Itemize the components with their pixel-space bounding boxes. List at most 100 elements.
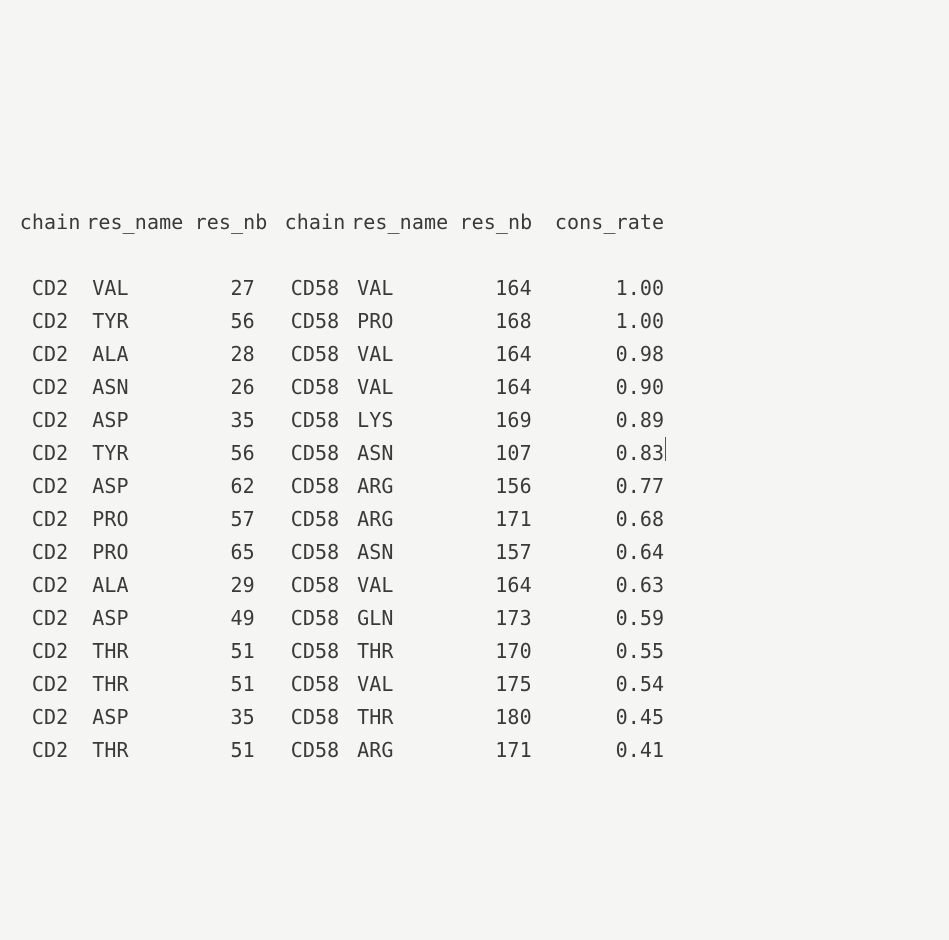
cell-c7: 0.64 — [544, 536, 664, 569]
cell-c4: CD58 — [279, 404, 351, 437]
cell-c7: 1.00 — [544, 305, 664, 338]
cell-c5: ARG — [351, 503, 459, 536]
cell-c4: CD58 — [279, 338, 351, 371]
cell-c2: THR — [86, 635, 194, 668]
table-row: CD2PRO65CD58ASN1570.64 — [14, 536, 935, 569]
cell-c4: CD58 — [279, 503, 351, 536]
cell-c5: ARG — [351, 734, 459, 767]
cell-c1: CD2 — [14, 536, 86, 569]
cell-c4: CD58 — [279, 437, 351, 470]
cell-c6: 164 — [459, 569, 543, 602]
cell-c1: CD2 — [14, 437, 86, 470]
cell-c6: 156 — [459, 470, 543, 503]
text-cursor — [665, 437, 666, 461]
cell-c5: GLN — [351, 602, 459, 635]
cell-c7: 0.98 — [544, 338, 664, 371]
cell-c3: 49 — [195, 602, 279, 635]
col-header-resname-b: res_name — [351, 206, 459, 239]
table-row: CD2TYR56CD58PRO1681.00 — [14, 305, 935, 338]
cell-c2: ASP — [86, 701, 194, 734]
cell-c3: 51 — [195, 734, 279, 767]
cell-c7: 0.77 — [544, 470, 664, 503]
cell-c3: 28 — [195, 338, 279, 371]
cell-c7: 0.68 — [544, 503, 664, 536]
cell-c7: 0.63 — [544, 569, 664, 602]
cell-c5: THR — [351, 635, 459, 668]
cell-c1: CD2 — [14, 338, 86, 371]
cell-c6: 107 — [459, 437, 543, 470]
cell-c4: CD58 — [279, 668, 351, 701]
cell-c1: CD2 — [14, 272, 86, 305]
cell-c5: ASN — [351, 536, 459, 569]
col-header-resname-a: res_name — [86, 206, 194, 239]
cell-c7: 0.41 — [544, 734, 664, 767]
table-row: CD2THR51CD58VAL1750.54 — [14, 668, 935, 701]
cell-c1: CD2 — [14, 668, 86, 701]
table-row: CD2ASP35CD58THR1800.45 — [14, 701, 935, 734]
cell-c3: 35 — [195, 404, 279, 437]
cell-c3: 56 — [195, 305, 279, 338]
cell-c3: 51 — [195, 635, 279, 668]
cell-c7: 0.90 — [544, 371, 664, 404]
cell-c6: 173 — [459, 602, 543, 635]
cell-c1: CD2 — [14, 371, 86, 404]
cell-c3: 29 — [195, 569, 279, 602]
cell-c3: 65 — [195, 536, 279, 569]
cell-c1: CD2 — [14, 470, 86, 503]
cell-c7: 0.55 — [544, 635, 664, 668]
cell-c3: 27 — [195, 272, 279, 305]
table-row: CD2ASP62CD58ARG1560.77 — [14, 470, 935, 503]
cell-c6: 169 — [459, 404, 543, 437]
table-row: CD2PRO57CD58ARG1710.68 — [14, 503, 935, 536]
cell-c6: 171 — [459, 503, 543, 536]
col-header-chain-b: chain — [279, 206, 351, 239]
cell-c4: CD58 — [279, 635, 351, 668]
cell-c2: ASP — [86, 602, 194, 635]
cell-c4: CD58 — [279, 569, 351, 602]
cell-c5: VAL — [351, 569, 459, 602]
cell-c4: CD58 — [279, 272, 351, 305]
cell-c2: PRO — [86, 536, 194, 569]
cell-c7: 0.54 — [544, 668, 664, 701]
table-row: CD2THR51CD58ARG1710.41 — [14, 734, 935, 767]
col-header-consrate: cons_rate — [544, 206, 664, 239]
cell-c5: VAL — [351, 668, 459, 701]
table-row: CD2ASP49CD58GLN1730.59 — [14, 602, 935, 635]
cell-c5: ARG — [351, 470, 459, 503]
cell-c6: 175 — [459, 668, 543, 701]
cell-c5: THR — [351, 701, 459, 734]
cell-c5: VAL — [351, 371, 459, 404]
cell-c4: CD58 — [279, 734, 351, 767]
cell-c1: CD2 — [14, 701, 86, 734]
cell-c5: PRO — [351, 305, 459, 338]
cell-c5: LYS — [351, 404, 459, 437]
cell-c2: ASP — [86, 470, 194, 503]
cell-c5: ASN — [351, 437, 459, 470]
cell-c4: CD58 — [279, 305, 351, 338]
cell-c1: CD2 — [14, 305, 86, 338]
cell-c6: 157 — [459, 536, 543, 569]
cell-c3: 56 — [195, 437, 279, 470]
cell-c3: 57 — [195, 503, 279, 536]
cell-c7: 0.45 — [544, 701, 664, 734]
cell-c2: ASP — [86, 404, 194, 437]
cell-c1: CD2 — [14, 569, 86, 602]
cell-c1: CD2 — [14, 602, 86, 635]
cell-c5: VAL — [351, 272, 459, 305]
cell-c2: TYR — [86, 305, 194, 338]
cell-c1: CD2 — [14, 503, 86, 536]
cell-c1: CD2 — [14, 734, 86, 767]
cell-c6: 180 — [459, 701, 543, 734]
cell-c5: VAL — [351, 338, 459, 371]
cell-c3: 51 — [195, 668, 279, 701]
cell-c4: CD58 — [279, 536, 351, 569]
cell-c2: ALA — [86, 569, 194, 602]
cell-c2: THR — [86, 734, 194, 767]
cell-c4: CD58 — [279, 470, 351, 503]
cell-c4: CD58 — [279, 701, 351, 734]
cell-c2: THR — [86, 668, 194, 701]
cell-c2: VAL — [86, 272, 194, 305]
cell-c2: ASN — [86, 371, 194, 404]
cell-c6: 171 — [459, 734, 543, 767]
cell-c6: 170 — [459, 635, 543, 668]
